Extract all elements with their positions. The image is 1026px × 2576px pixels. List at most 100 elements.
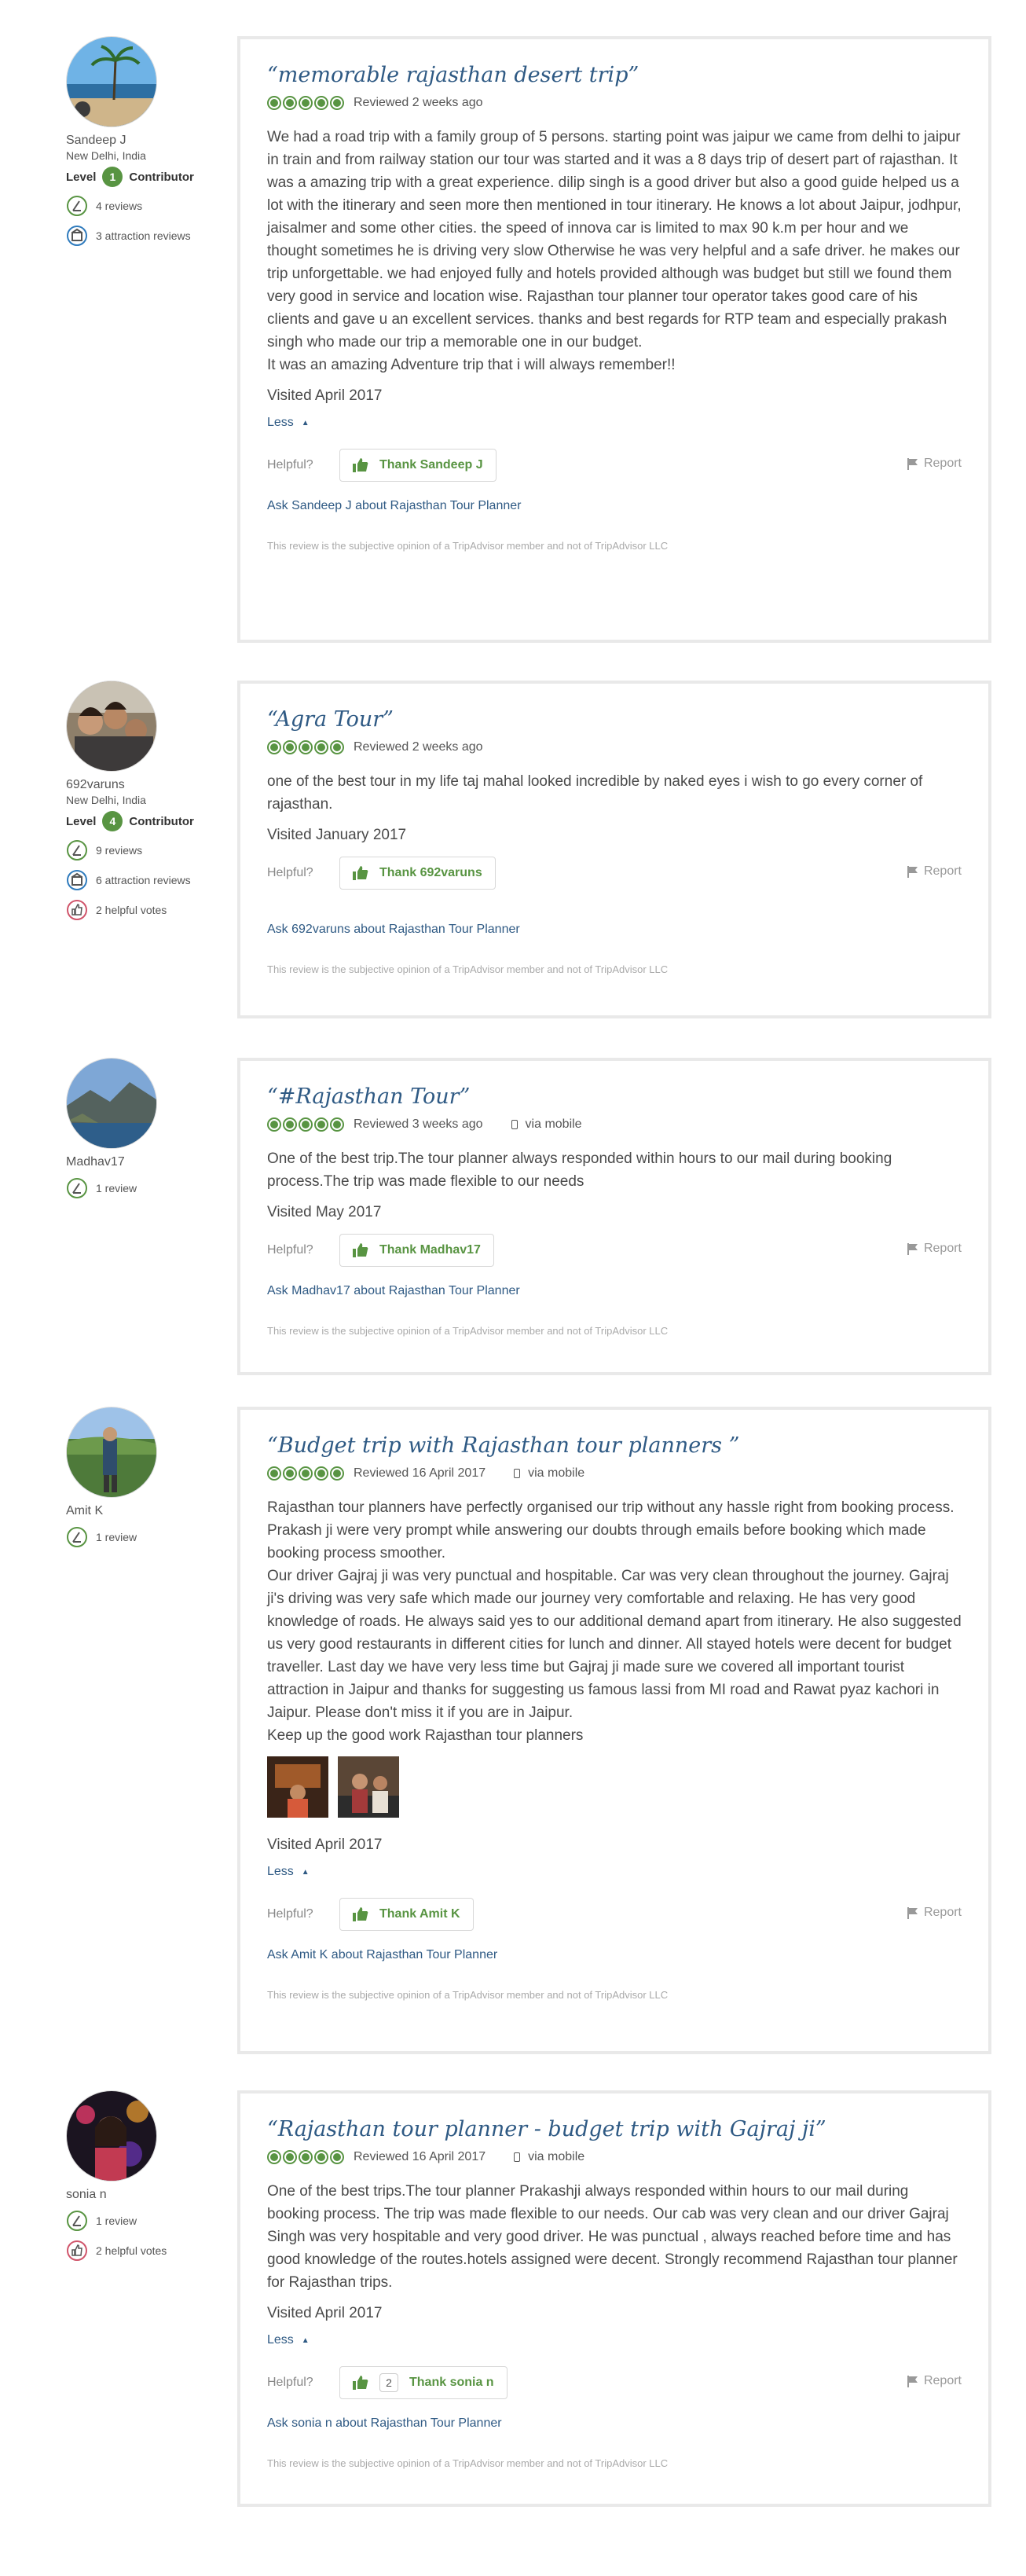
level-label: Level [66, 814, 97, 828]
reviews-count[interactable]: 1 review [66, 1526, 223, 1548]
review-body: Rajasthan tour planners have perfectly o… [267, 1496, 962, 1747]
caret-up-icon: ▲ [301, 418, 310, 427]
attraction-reviews-label: 6 attraction reviews [96, 874, 191, 886]
report-label: Report [923, 1906, 962, 1919]
review-paragraph: It was an amazing Adventure trip that i … [267, 357, 676, 373]
member-name[interactable]: Amit K [66, 1504, 223, 1518]
ask-member-link[interactable]: Ask Sandeep J about Rajasthan Tour Plann… [267, 499, 962, 513]
ask-member-link[interactable]: Ask sonia n about Rajasthan Tour Planner [267, 2416, 962, 2431]
report-link[interactable]: Report [907, 1906, 962, 1920]
review-card: “memorable rajasthan desert trip” Review… [237, 36, 991, 643]
thank-button[interactable]: Thank Amit K [339, 1898, 474, 1931]
member-info: 692varuns New Delhi, India Level 4 Contr… [66, 681, 223, 921]
avatar[interactable] [66, 2090, 157, 2182]
less-link[interactable]: Less ▲ [267, 2333, 962, 2347]
via-mobile: via mobile [514, 2150, 584, 2164]
reviews-count-label: 1 review [96, 2215, 137, 2227]
review-title[interactable]: “Rajasthan tour planner - budget trip wi… [267, 2115, 962, 2144]
bubble-rating [267, 1466, 346, 1481]
thank-label: Thank 692varuns [379, 866, 482, 879]
thank-button[interactable]: Thank Madhav17 [339, 1234, 494, 1267]
member-name[interactable]: sonia n [66, 2188, 223, 2202]
thank-button[interactable]: Thank 692varuns [339, 857, 496, 890]
disclaimer: This review is the subjective opinion of… [267, 1325, 669, 1337]
review-title[interactable]: “#Rajasthan Tour” [267, 1083, 962, 1111]
attraction-icon [66, 869, 88, 891]
review-date: Reviewed 2 weeks ago [354, 740, 483, 754]
reviews-count[interactable]: 1 review [66, 2210, 223, 2232]
helpful-row: Helpful? Thank 692varuns Report [267, 857, 962, 890]
less-link[interactable]: Less ▲ [267, 416, 962, 430]
flag-icon [907, 2376, 918, 2387]
member-location: New Delhi, India [66, 149, 146, 162]
helpful-label: Helpful? [267, 1243, 313, 1257]
caret-up-icon: ▲ [301, 2336, 310, 2345]
member-info: Madhav17 1 review [66, 1058, 223, 1199]
flag-icon [907, 866, 918, 878]
report-label: Report [923, 2374, 962, 2387]
review-title[interactable]: “memorable rajasthan desert trip” [267, 61, 962, 90]
review-date: Reviewed 16 April 2017 [354, 1466, 486, 1480]
helpful-row: Helpful? Thank Madhav17 Report [267, 1234, 962, 1267]
avatar[interactable] [66, 1407, 157, 1498]
mobile-phone-icon [514, 2152, 521, 2162]
helpful-row: Helpful? Thank Sandeep J Report [267, 449, 962, 482]
report-label: Report [923, 864, 962, 878]
helpful-votes-label: 2 helpful votes [96, 904, 167, 916]
avatar[interactable] [66, 681, 157, 772]
thumbs-up-icon [353, 866, 368, 880]
disclaimer: This review is the subjective opinion of… [267, 1989, 669, 2001]
report-link[interactable]: Report [907, 864, 962, 879]
reviews-count-label: 4 reviews [96, 200, 143, 212]
review-title[interactable]: “Budget trip with Rajasthan tour planner… [267, 1432, 962, 1460]
review-card: “Agra Tour” Reviewed 2 weeks ago one of … [237, 681, 991, 1018]
avatar[interactable] [66, 1058, 157, 1149]
report-link[interactable]: Report [907, 457, 962, 471]
flag-icon [907, 1907, 918, 1919]
via-mobile: via mobile [514, 1466, 584, 1481]
ask-member-link[interactable]: Ask 692varuns about Rajasthan Tour Plann… [267, 923, 962, 937]
helpful-label: Helpful? [267, 866, 313, 879]
attraction-reviews-count[interactable]: 6 attraction reviews [66, 869, 223, 891]
thank-button[interactable]: Thank Sandeep J [339, 449, 497, 482]
member-name[interactable]: Madhav17 [66, 1155, 223, 1169]
avatar[interactable] [66, 36, 157, 127]
review-paragraph: Keep up the good work Rajasthan tour pla… [267, 1727, 584, 1744]
reviews-count-label: 9 reviews [96, 844, 143, 857]
helpful-votes-count[interactable]: 2 helpful votes [66, 2240, 223, 2262]
mobile-phone-icon [511, 1120, 518, 1129]
ask-member-link[interactable]: Ask Amit K about Rajasthan Tour Planner [267, 1948, 962, 1962]
reviews-count-label: 1 review [96, 1182, 137, 1194]
mobile-phone-icon [514, 1469, 521, 1478]
attraction-reviews-label: 3 attraction reviews [96, 229, 191, 242]
pencil-icon [66, 2210, 88, 2232]
helpful-votes-count[interactable]: 2 helpful votes [66, 899, 223, 921]
via-mobile-label: via mobile [528, 1466, 585, 1480]
disclaimer: This review is the subjective opinion of… [267, 2457, 669, 2469]
review-photo[interactable] [338, 1756, 399, 1818]
member-name[interactable]: 692varuns [66, 778, 223, 792]
report-link[interactable]: Report [907, 1242, 962, 1256]
less-link[interactable]: Less ▲ [267, 1865, 962, 1879]
visited-date: Visited May 2017 [267, 1204, 382, 1220]
review-paragraph: one of the best tour in my life taj maha… [267, 773, 923, 813]
thank-label: Thank sonia n [409, 2376, 494, 2389]
review-card: “Rajasthan tour planner - budget trip wi… [237, 2090, 991, 2507]
review-paragraph: One of the best trip.The tour planner al… [267, 1150, 892, 1190]
review-body: We had a road trip with a family group o… [267, 126, 962, 376]
member-name[interactable]: Sandeep J [66, 134, 223, 148]
via-mobile: via mobile [511, 1117, 582, 1132]
review-title[interactable]: “Agra Tour” [267, 706, 962, 734]
bubble-rating [267, 96, 346, 110]
reviews-count[interactable]: 4 reviews [66, 195, 223, 217]
ask-member-link[interactable]: Ask Madhav17 about Rajasthan Tour Planne… [267, 1284, 962, 1298]
less-label: Less [267, 2333, 294, 2347]
review-photo[interactable] [267, 1756, 328, 1818]
review-paragraph: We had a road trip with a family group o… [267, 129, 962, 350]
attraction-reviews-count[interactable]: 3 attraction reviews [66, 225, 223, 247]
reviews-count[interactable]: 9 reviews [66, 839, 223, 861]
report-link[interactable]: Report [907, 2374, 962, 2388]
thank-button[interactable]: 2 Thank sonia n [339, 2366, 508, 2399]
member-info: Amit K 1 review [66, 1407, 223, 1548]
reviews-count[interactable]: 1 review [66, 1177, 223, 1199]
